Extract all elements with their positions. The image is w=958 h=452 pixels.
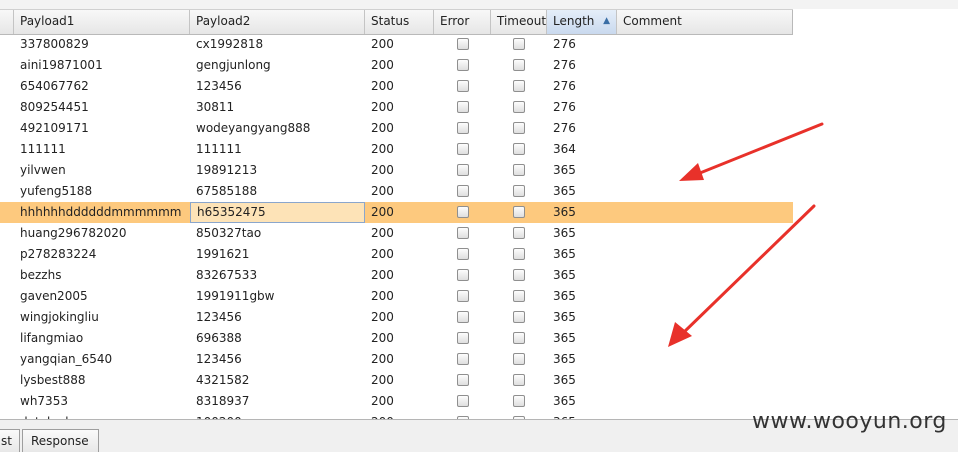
tab-request-label: st: [1, 434, 12, 448]
tab-response[interactable]: Response: [22, 429, 99, 452]
watermark: www.wooyun.org: [752, 409, 947, 434]
tab-request[interactable]: st: [0, 429, 20, 452]
tab-response-label: Response: [31, 434, 89, 448]
red-arrow-annotation: [668, 122, 824, 347]
arrow-upper: [679, 122, 824, 181]
arrow-lower: [668, 204, 816, 347]
